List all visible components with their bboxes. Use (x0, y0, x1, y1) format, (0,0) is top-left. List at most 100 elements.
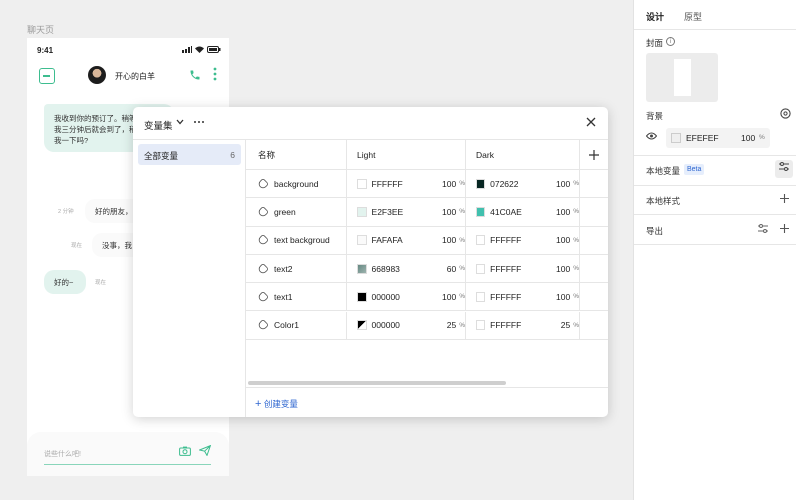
color-swatch[interactable] (476, 235, 486, 246)
light-value-cell[interactable]: 000000 100% (346, 283, 465, 311)
color-hex[interactable]: 41C0AE (490, 207, 538, 217)
background-opacity[interactable]: 100 (741, 133, 755, 143)
column-header-dark[interactable]: Dark (465, 140, 579, 169)
color-hex[interactable]: 000000 (372, 320, 423, 330)
export-settings-icon[interactable] (758, 224, 768, 236)
style-icon[interactable] (780, 108, 791, 122)
avatar[interactable] (88, 66, 106, 84)
cover-thumbnail[interactable] (646, 53, 718, 102)
table-row[interactable]: green E2F3EE 100% 41C0AE 100% (246, 198, 608, 227)
color-hex[interactable]: FFFFFF (490, 320, 538, 330)
camera-icon[interactable] (179, 446, 191, 459)
light-value-cell[interactable]: 668983 60% (346, 254, 465, 283)
tune-icon[interactable] (775, 160, 793, 178)
frame-label[interactable]: 聊天页 (27, 23, 54, 36)
color-hex[interactable]: FFFFFF (490, 292, 538, 302)
chevron-down-icon[interactable] (176, 117, 184, 127)
background-swatch[interactable] (671, 133, 681, 143)
color-hex[interactable]: FAFAFA (372, 235, 423, 245)
variable-name-cell[interactable]: green (246, 198, 346, 225)
light-value-cell[interactable]: FAFAFA 100% (346, 226, 465, 254)
color-hex[interactable]: FFFFFF (490, 235, 538, 245)
color-opacity[interactable]: 25 (422, 320, 456, 330)
color-opacity[interactable]: 25 (538, 320, 570, 330)
variable-name[interactable]: background (274, 179, 318, 189)
variable-name[interactable]: text backgroud (274, 235, 330, 245)
more-vertical-icon[interactable] (213, 67, 217, 81)
variable-name-cell[interactable]: text backgroud (246, 227, 346, 254)
table-row[interactable]: Color1 000000 25% FFFFFF 25% (246, 311, 608, 340)
tab-prototype[interactable]: 原型 (684, 10, 702, 23)
chat-input[interactable]: 说些什么吧! (44, 449, 81, 459)
background-hex[interactable]: EFEFEF (686, 133, 719, 143)
variable-name-cell[interactable]: text2 (246, 255, 346, 282)
table-row[interactable]: text2 668983 60% FFFFFF 100% (246, 254, 608, 284)
color-hex[interactable]: FFFFFF (372, 179, 423, 189)
tab-design[interactable]: 设计 (646, 10, 664, 23)
table-row[interactable]: text backgroud FAFAFA 100% FFFFFF 100% (246, 226, 608, 255)
close-icon[interactable] (586, 115, 596, 130)
add-export-plus-icon[interactable] (780, 222, 789, 236)
dark-value-cell[interactable]: 072622 100% (465, 170, 579, 198)
table-row[interactable]: text1 000000 100% FFFFFF 100% (246, 283, 608, 312)
color-opacity[interactable]: 100 (422, 292, 456, 302)
background-fill-field[interactable]: EFEFEF 100 % (666, 128, 770, 148)
dark-value-cell[interactable]: FFFFFF 100% (465, 283, 579, 311)
color-swatch[interactable] (476, 291, 486, 302)
dark-value-cell[interactable]: FFFFFF 100% (465, 226, 579, 254)
eye-icon[interactable] (645, 132, 658, 143)
light-value-cell[interactable]: E2F3EE 100% (346, 198, 465, 226)
light-value-cell[interactable]: 000000 25% (346, 311, 465, 339)
color-opacity[interactable]: 100 (422, 207, 456, 217)
collection-selector[interactable]: 变量集 (144, 118, 173, 132)
variable-name[interactable]: text2 (274, 264, 292, 274)
color-opacity[interactable]: 100 (538, 235, 570, 245)
color-opacity[interactable]: 100 (422, 235, 456, 245)
variable-name[interactable]: green (274, 207, 296, 217)
color-opacity[interactable]: 100 (538, 179, 570, 189)
phone-icon[interactable] (189, 69, 201, 84)
color-swatch[interactable] (357, 263, 367, 274)
color-hex[interactable]: 668983 (372, 264, 423, 274)
column-header-name[interactable]: 名称 (246, 140, 346, 169)
color-swatch[interactable] (476, 263, 486, 274)
color-swatch[interactable] (357, 320, 367, 331)
color-swatch[interactable] (476, 178, 486, 189)
add-style-plus-icon[interactable] (780, 192, 789, 206)
color-swatch[interactable] (357, 178, 367, 189)
color-swatch[interactable] (357, 206, 367, 217)
add-mode-plus-icon[interactable] (579, 140, 608, 169)
color-opacity[interactable]: 100 (538, 264, 570, 274)
color-opacity[interactable]: 100 (538, 207, 570, 217)
menu-button[interactable] (39, 68, 55, 84)
color-swatch[interactable] (357, 291, 367, 302)
variable-name-cell[interactable]: background (246, 170, 346, 197)
color-swatch[interactable] (476, 320, 486, 331)
color-hex[interactable]: 000000 (372, 292, 423, 302)
collection-item-all[interactable]: 全部变量 6 (138, 144, 241, 165)
table-row[interactable]: background FFFFFF 100% 072622 100% (246, 170, 608, 199)
horizontal-scrollbar[interactable] (248, 381, 506, 385)
dark-value-cell[interactable]: 41C0AE 100% (465, 198, 579, 226)
variable-name[interactable]: text1 (274, 292, 292, 302)
dark-value-cell[interactable]: FFFFFF 100% (465, 254, 579, 283)
color-opacity[interactable]: 100 (538, 292, 570, 302)
variable-name-cell[interactable]: Color1 (246, 312, 346, 339)
color-hex[interactable]: 072622 (490, 179, 538, 189)
send-icon[interactable] (197, 444, 212, 459)
color-hex[interactable]: FFFFFF (490, 264, 538, 274)
light-value-cell[interactable]: FFFFFF 100% (346, 170, 465, 198)
dark-value-cell[interactable]: FFFFFF 25% (465, 311, 579, 339)
color-hex[interactable]: E2F3EE (372, 207, 423, 217)
column-header-light[interactable]: Light (346, 140, 465, 169)
more-icon[interactable] (193, 115, 205, 127)
create-variable-button[interactable]: + 创建变量 (255, 398, 298, 410)
color-opacity[interactable]: 100 (422, 179, 456, 189)
color-opacity[interactable]: 60 (422, 264, 456, 274)
info-icon[interactable]: i (666, 37, 675, 46)
local-variables-title[interactable]: 本地变量 (646, 165, 680, 177)
color-swatch[interactable] (476, 206, 486, 217)
color-swatch[interactable] (357, 235, 367, 246)
variable-name-cell[interactable]: text1 (246, 283, 346, 310)
variable-name[interactable]: Color1 (274, 320, 299, 330)
